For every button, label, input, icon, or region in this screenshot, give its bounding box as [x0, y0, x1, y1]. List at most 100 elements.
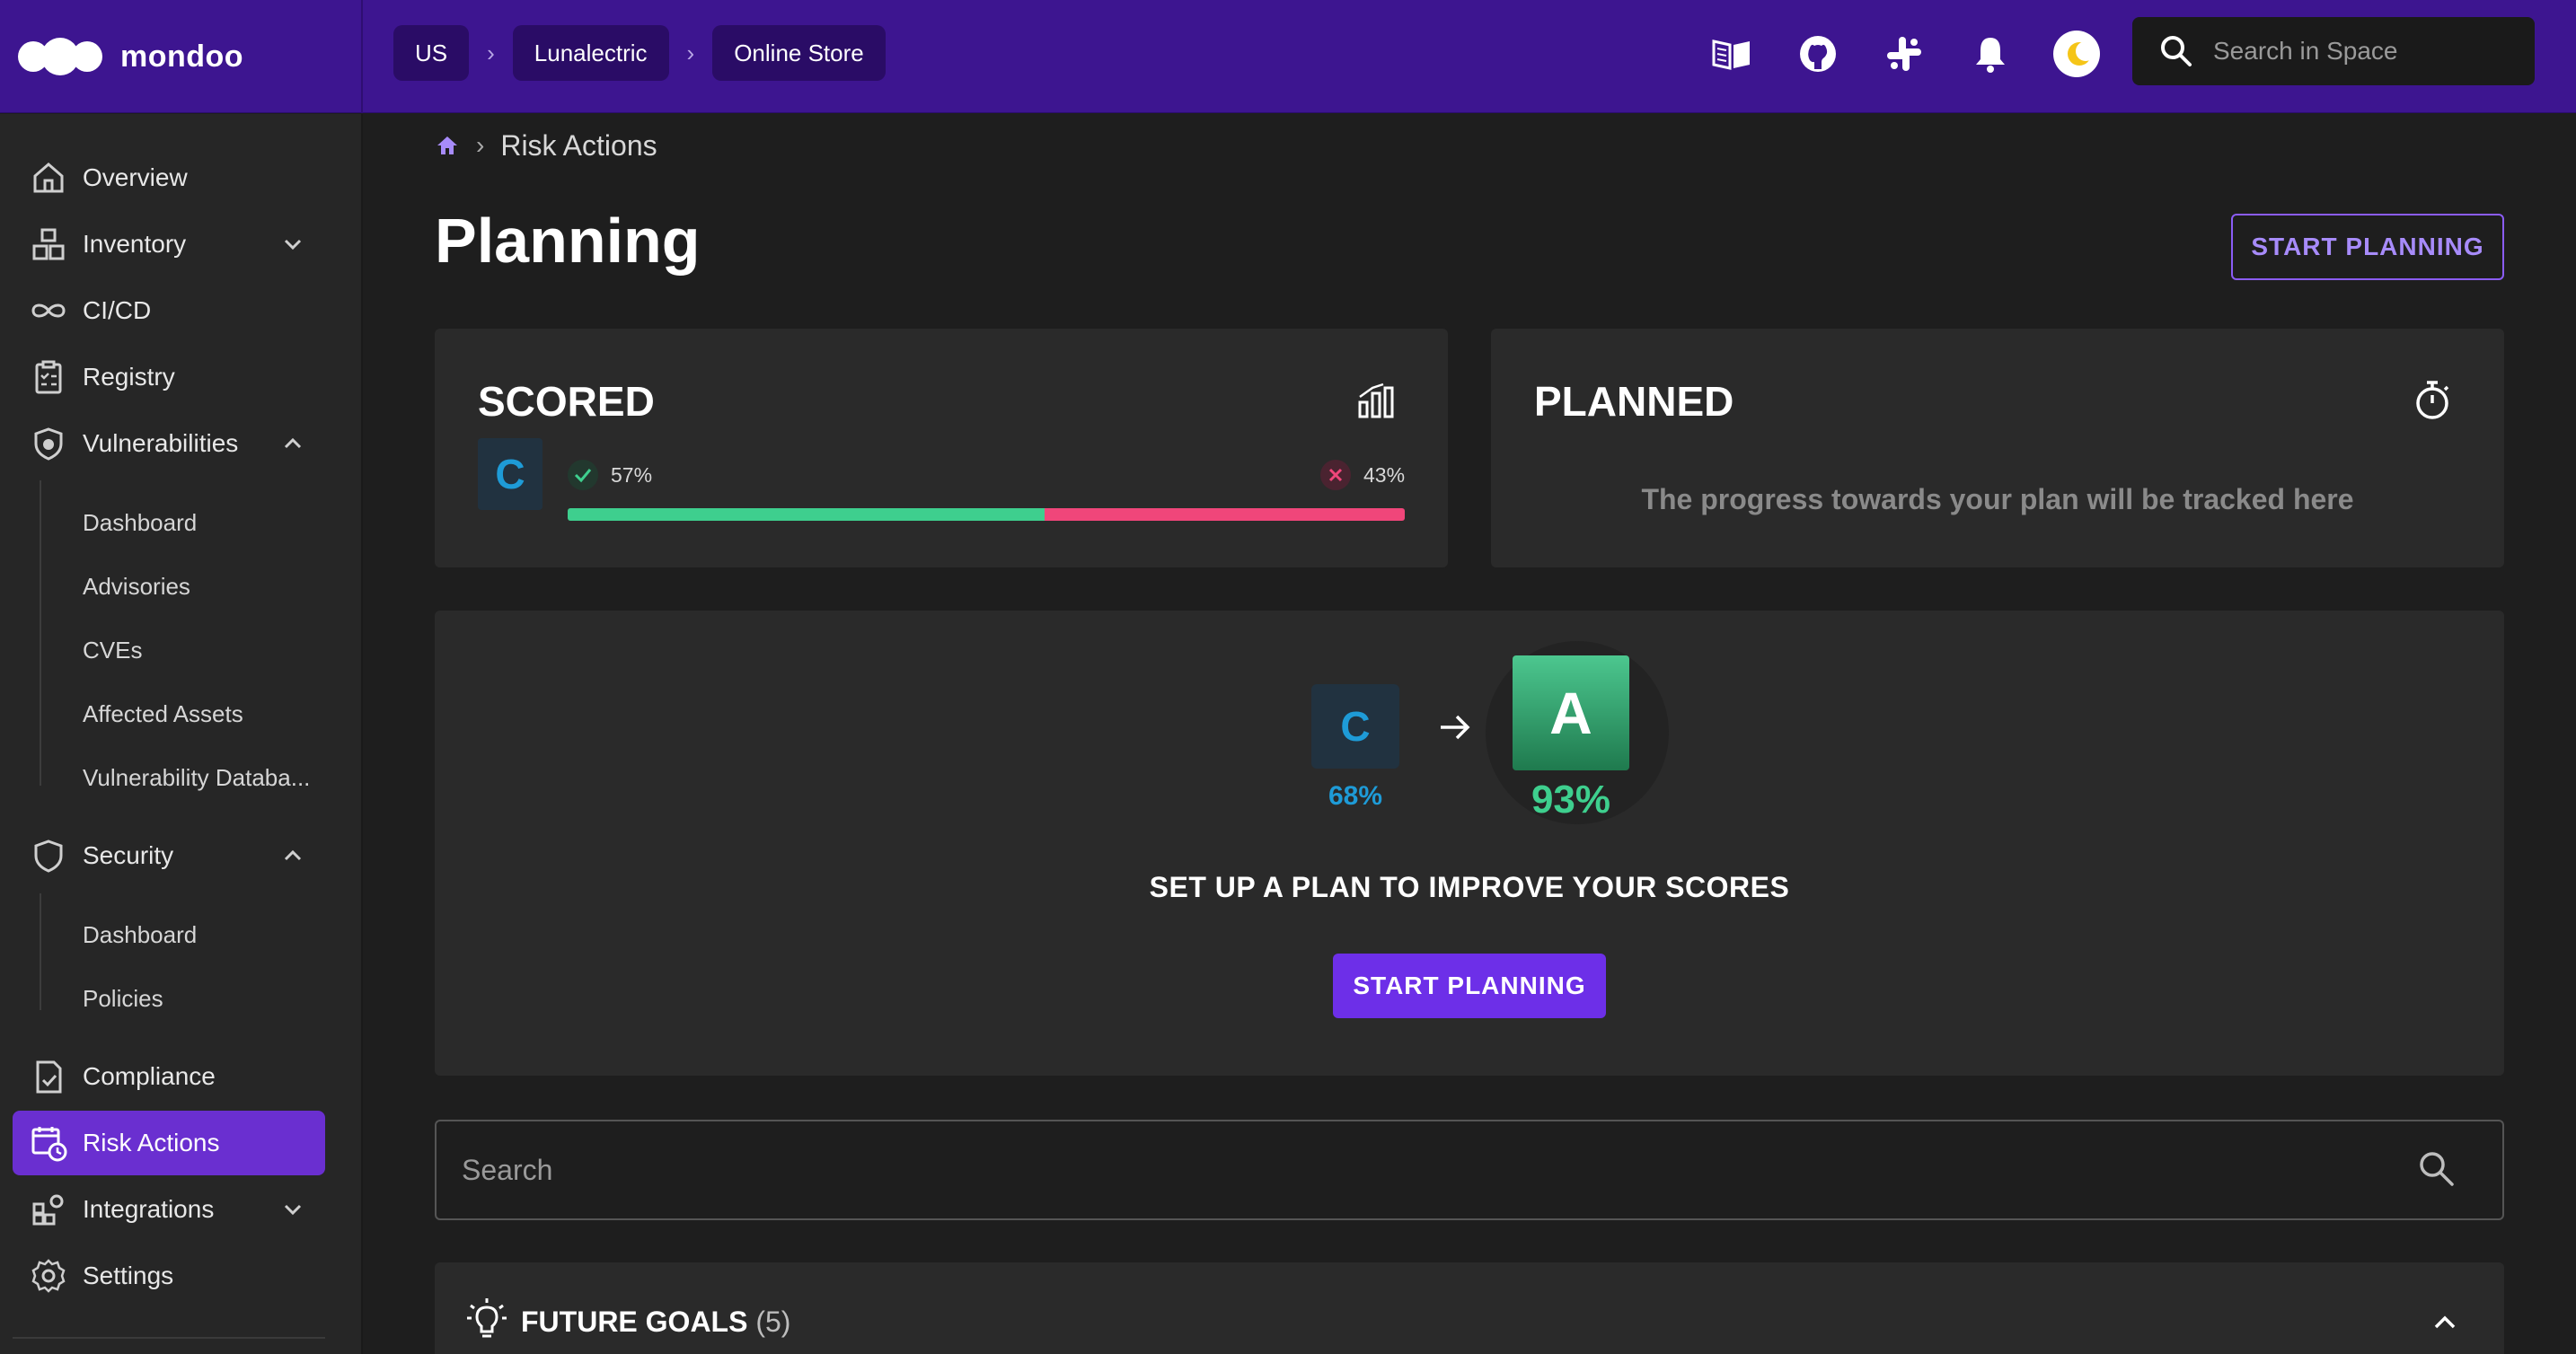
breadcrumb-organization[interactable]: Lunalectric — [512, 25, 669, 81]
search-icon — [2161, 36, 2192, 66]
check-icon — [568, 460, 598, 490]
search-icon[interactable] — [2416, 1148, 2456, 1188]
pass-percentage-value: 57% — [611, 462, 653, 487]
fail-percentage: 43% — [1320, 460, 1405, 490]
sidebar-subitem-security-dashboard[interactable]: Dashboard — [83, 908, 197, 962]
sidebar-subitem-vuln-dashboard[interactable]: Dashboard — [83, 496, 197, 550]
sidebar-item-label: Compliance — [83, 1062, 216, 1090]
bar-chart-icon[interactable] — [1356, 381, 1396, 420]
risk-search-input[interactable]: Search — [435, 1120, 2504, 1220]
scored-grade-badge: C — [478, 438, 543, 510]
github-icon[interactable] — [1793, 29, 1843, 79]
scored-card: SCORED C 57% 43% — [435, 329, 1448, 567]
sidebar: Overview Inventory CI/CD Registry Vulner… — [0, 114, 363, 1354]
slack-icon[interactable] — [1879, 29, 1929, 79]
breadcrumb-separator: › — [686, 39, 695, 66]
breadcrumb-current: Risk Actions — [500, 128, 657, 162]
calendar-clock-icon — [29, 1123, 68, 1163]
future-goals-count: (5) — [755, 1306, 791, 1338]
sidebar-item-inventory[interactable]: Inventory — [13, 212, 325, 277]
planned-placeholder-text: The progress towards your plan will be t… — [1641, 483, 2354, 515]
compliance-icon — [29, 1057, 68, 1096]
target-grade-badge: A — [1513, 655, 1629, 770]
close-icon — [1320, 460, 1351, 490]
breadcrumb-separator: › — [487, 39, 495, 66]
bell-icon[interactable] — [1965, 29, 2016, 79]
sidebar-item-settings[interactable]: Settings — [13, 1244, 325, 1308]
sidebar-subitem-policies[interactable]: Policies — [83, 972, 163, 1025]
start-planning-button[interactable]: START PLANNING — [1333, 954, 1606, 1018]
sidebar-item-label: Security — [83, 841, 174, 869]
sidebar-item-registry[interactable]: Registry — [13, 345, 325, 409]
pass-percentage: 57% — [568, 460, 652, 490]
lightbulb-icon — [467, 1298, 507, 1338]
fail-percentage-value: 43% — [1363, 462, 1406, 487]
home-icon — [29, 158, 68, 198]
chevron-down-icon[interactable] — [280, 232, 305, 257]
clipboard-icon — [29, 357, 68, 397]
sidebar-item-integrations[interactable]: Integrations — [13, 1177, 325, 1242]
sidebar-subitem-cves[interactable]: CVEs — [83, 623, 142, 677]
integrations-icon — [29, 1190, 68, 1229]
theme-toggle-icon[interactable] — [2051, 29, 2102, 79]
chevron-down-icon[interactable] — [280, 1197, 305, 1222]
score-progress-fail — [1045, 508, 1405, 521]
vulnerabilities-subnav-line — [40, 480, 41, 786]
sidebar-subitem-vulnerability-database[interactable]: Vulnerability Databa... — [83, 751, 310, 804]
space-breadcrumb: US › Lunalectric › Online Store — [393, 25, 886, 81]
shield-bug-icon — [29, 424, 68, 463]
arrow-right-icon — [1441, 715, 1470, 740]
breadcrumb-space[interactable]: Online Store — [712, 25, 886, 81]
chevron-up-icon[interactable] — [280, 843, 305, 868]
sidebar-item-label: Overview — [83, 163, 188, 191]
score-progress-pass — [568, 508, 1045, 521]
search-placeholder: Search in Space — [2213, 37, 2398, 65]
sidebar-item-risk-actions[interactable]: Risk Actions — [13, 1111, 325, 1175]
current-score-pct: 68% — [1328, 781, 1383, 811]
security-subnav-line — [40, 893, 41, 1010]
chevron-up-icon[interactable] — [2430, 1307, 2459, 1336]
breadcrumb-region[interactable]: US — [393, 25, 470, 81]
top-bar: mondoo US › Lunalectric › Online Store S… — [0, 0, 2576, 113]
breadcrumb: › Risk Actions — [435, 126, 657, 165]
sidebar-item-label: Vulnerabilities — [83, 429, 239, 457]
start-planning-button-header[interactable]: START PLANNING — [2231, 214, 2504, 280]
sidebar-subitem-advisories[interactable]: Advisories — [83, 559, 190, 613]
target-score-pct: 93% — [1531, 778, 1611, 822]
sidebar-divider — [13, 1337, 325, 1339]
page-title: Planning — [435, 206, 701, 276]
sidebar-item-cicd[interactable]: CI/CD — [13, 278, 325, 343]
sidebar-item-label: Settings — [83, 1262, 174, 1289]
top-actions — [1707, 27, 2138, 81]
sidebar-item-label: Risk Actions — [83, 1129, 220, 1156]
sidebar-item-vulnerabilities[interactable]: Vulnerabilities — [13, 411, 325, 476]
docs-icon[interactable] — [1707, 29, 1757, 79]
sidebar-item-security[interactable]: Security — [13, 823, 325, 888]
future-goals-title: FUTURE GOALS (5) — [521, 1306, 790, 1339]
breadcrumb-separator: › — [476, 131, 485, 159]
sidebar-item-label: Integrations — [83, 1195, 215, 1223]
sidebar-item-label: Inventory — [83, 230, 187, 258]
home-icon[interactable] — [435, 133, 460, 158]
sidebar-item-compliance[interactable]: Compliance — [13, 1044, 325, 1109]
sidebar-item-label: CI/CD — [83, 296, 152, 324]
planned-card: PLANNED The progress towards your plan w… — [1491, 329, 2504, 567]
chevron-up-icon[interactable] — [280, 431, 305, 456]
future-goals-section[interactable]: FUTURE GOALS (5) — [435, 1262, 2504, 1354]
future-goals-label: FUTURE GOALS — [521, 1306, 748, 1338]
current-grade-badge: C — [1311, 684, 1399, 769]
scored-title: SCORED — [478, 378, 655, 425]
score-progress-bar — [568, 508, 1405, 521]
space-search-input[interactable]: Search in Space — [2132, 17, 2535, 85]
sidebar-subitem-affected-assets[interactable]: Affected Assets — [83, 687, 243, 741]
sidebar-item-overview[interactable]: Overview — [13, 145, 325, 210]
stopwatch-icon[interactable] — [2413, 379, 2452, 422]
plan-cta-heading: SET UP A PLAN TO IMPROVE YOUR SCORES — [1149, 871, 1790, 903]
inventory-icon — [29, 224, 68, 264]
search-placeholder: Search — [462, 1153, 553, 1186]
shield-icon — [29, 836, 68, 875]
planned-title: PLANNED — [1534, 378, 1734, 425]
brand-logo[interactable]: mondoo — [0, 0, 363, 113]
sidebar-item-label: Registry — [83, 363, 175, 391]
brand-name: mondoo — [120, 39, 244, 74]
